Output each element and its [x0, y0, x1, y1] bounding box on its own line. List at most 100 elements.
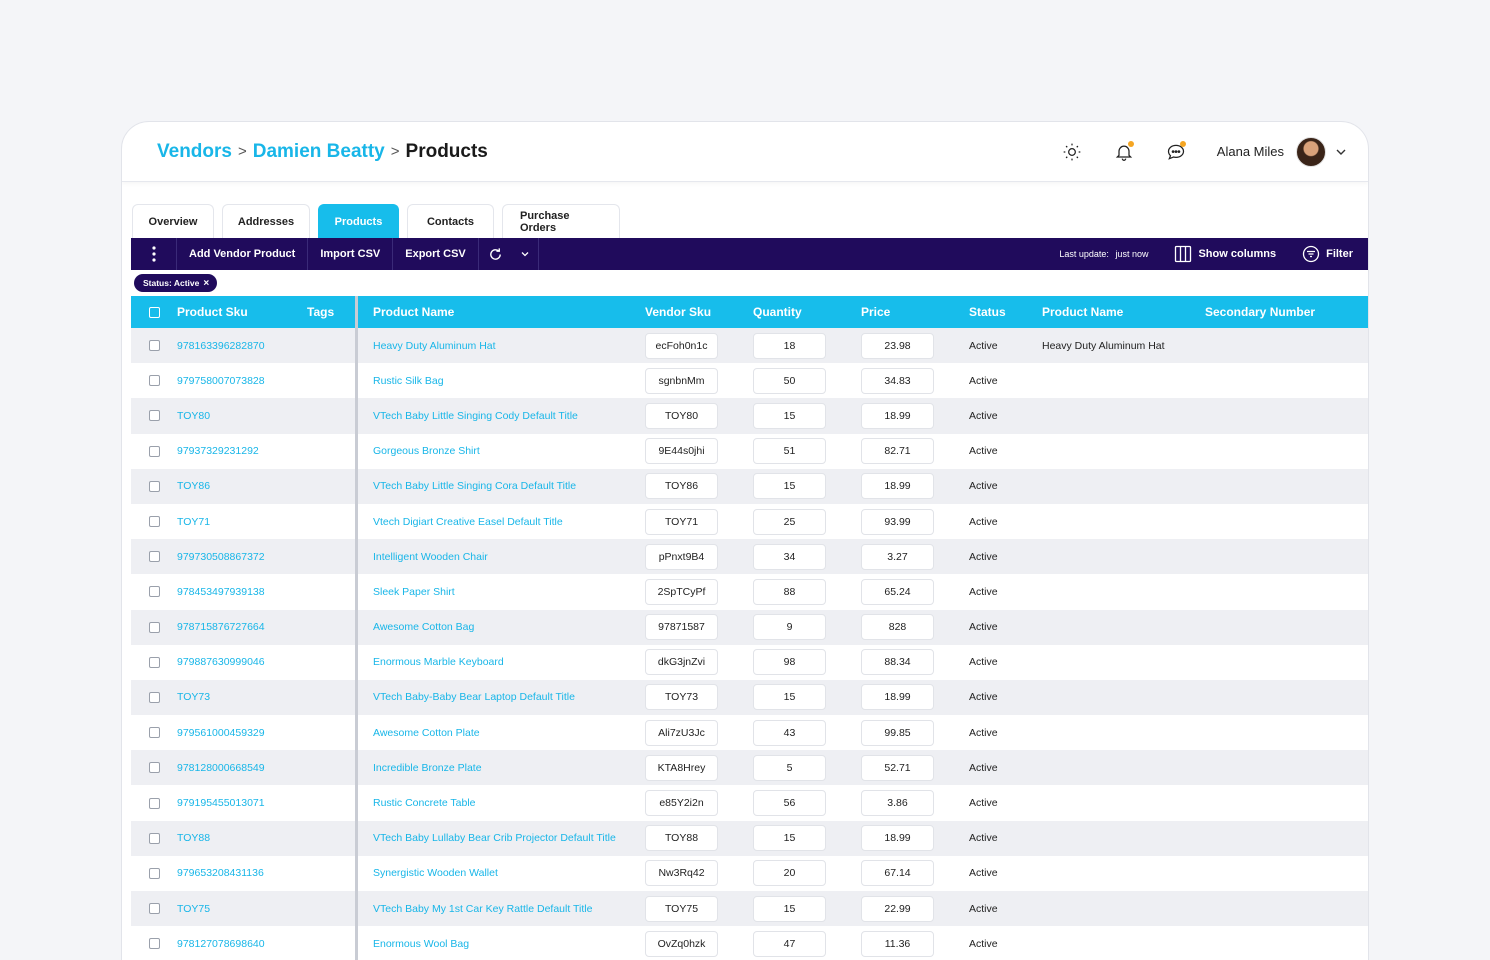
price-field[interactable]: 65.24: [861, 578, 934, 605]
price-field[interactable]: 22.99: [861, 895, 934, 922]
user-name[interactable]: Alana Miles: [1217, 144, 1284, 159]
chevron-down-icon[interactable]: [1334, 145, 1348, 159]
table-row[interactable]: 978715876727664 Awesome Cotton Bag 9787158…: [131, 609, 1368, 645]
product-sku-link[interactable]: 979887630999046: [177, 656, 307, 668]
row-checkbox[interactable]: [148, 762, 160, 774]
avatar[interactable]: [1296, 136, 1326, 167]
row-checkbox[interactable]: [148, 727, 160, 739]
row-checkbox[interactable]: [148, 867, 160, 879]
row-checkbox[interactable]: [148, 938, 160, 950]
product-name-link[interactable]: Rustic Concrete Table: [373, 797, 645, 809]
product-sku-link[interactable]: 979730508867372: [177, 551, 307, 563]
row-checkbox[interactable]: [148, 656, 160, 668]
column-divider[interactable]: [355, 296, 358, 328]
price-field[interactable]: 67.14: [861, 860, 934, 887]
vendor-sku-field[interactable]: pPnxt9B4: [645, 543, 718, 570]
import-csv-button[interactable]: Import CSV: [308, 238, 394, 270]
quantity-field[interactable]: 20: [753, 860, 826, 887]
vendor-sku-field[interactable]: KTA8Hrey: [645, 754, 718, 781]
tab-addresses[interactable]: Addresses: [222, 204, 310, 238]
row-checkbox[interactable]: [148, 375, 160, 387]
quantity-field[interactable]: 15: [753, 402, 826, 429]
vendor-sku-field[interactable]: Ali7zU3Jc: [645, 719, 718, 746]
quantity-field[interactable]: 15: [753, 684, 826, 711]
tab-purchase-orders[interactable]: Purchase Orders: [502, 204, 620, 238]
product-name-link[interactable]: Sleek Paper Shirt: [373, 586, 645, 598]
table-row[interactable]: 979653208431136 Synergistic Wooden Wallet…: [131, 855, 1368, 891]
product-sku-link[interactable]: 97937329231292: [177, 445, 307, 457]
product-name-link[interactable]: VTech Baby My 1st Car Key Rattle Default…: [373, 903, 645, 915]
sun-icon[interactable]: [1061, 141, 1083, 163]
vendor-sku-field[interactable]: TOY88: [645, 825, 718, 852]
row-checkbox[interactable]: [148, 516, 160, 528]
vendor-sku-field[interactable]: 9E44s0jhi: [645, 438, 718, 465]
price-field[interactable]: 23.98: [861, 332, 934, 359]
table-row[interactable]: TOY75 VTech Baby My 1st Car Key Rattle De…: [131, 891, 1368, 927]
product-name-link[interactable]: VTech Baby-Baby Bear Laptop Default Titl…: [373, 691, 645, 703]
price-field[interactable]: 18.99: [861, 825, 934, 852]
vendor-sku-field[interactable]: Nw3Rq42: [645, 860, 718, 887]
quantity-field[interactable]: 15: [753, 825, 826, 852]
product-sku-link[interactable]: 979561000459329: [177, 727, 307, 739]
product-sku-link[interactable]: 978127078698640: [177, 938, 307, 950]
product-name-link[interactable]: Enormous Marble Keyboard: [373, 656, 645, 668]
vendor-sku-field[interactable]: sgnbnMm: [645, 367, 718, 394]
product-name-link[interactable]: Vtech Digiart Creative Easel Default Tit…: [373, 516, 645, 528]
table-row[interactable]: TOY73 VTech Baby-Baby Bear Laptop Default…: [131, 679, 1368, 716]
quantity-field[interactable]: 34: [753, 543, 826, 570]
product-name-link[interactable]: Awesome Cotton Bag: [373, 621, 645, 633]
vendor-sku-field[interactable]: TOY73: [645, 684, 718, 711]
table-row[interactable]: 978163396282870 Heavy Duty Aluminum Hat ec…: [131, 328, 1368, 364]
filter-chip-status[interactable]: Status: Active ×: [134, 274, 218, 292]
quantity-field[interactable]: 88: [753, 578, 826, 605]
quantity-field[interactable]: 43: [753, 719, 826, 746]
vendor-sku-field[interactable]: TOY80: [645, 402, 718, 429]
quantity-field[interactable]: 98: [753, 649, 826, 676]
vendor-sku-field[interactable]: TOY71: [645, 508, 718, 535]
product-sku-link[interactable]: 978128000668549: [177, 762, 307, 774]
table-row[interactable]: TOY80 VTech Baby Little Singing Cody Defa…: [131, 398, 1368, 434]
product-name-link[interactable]: Awesome Cotton Plate: [373, 727, 645, 739]
quantity-field[interactable]: 51: [753, 438, 826, 465]
table-row[interactable]: 978128000668549 Incredible Bronze Plate KT…: [131, 750, 1368, 786]
price-field[interactable]: 18.99: [861, 473, 934, 500]
product-name-link[interactable]: Enormous Wool Bag: [373, 938, 645, 950]
kebab-icon[interactable]: [131, 238, 177, 270]
col-status[interactable]: Status: [969, 305, 1042, 319]
product-name-link[interactable]: VTech Baby Lullaby Bear Crib Projector D…: [373, 832, 645, 844]
col-product-name-2[interactable]: Product Name: [1042, 305, 1205, 319]
show-columns-button[interactable]: Show columns: [1164, 238, 1292, 270]
refresh-icon[interactable]: [479, 238, 513, 270]
col-product-sku[interactable]: Product Sku: [177, 305, 307, 319]
product-sku-link[interactable]: 978715876727664: [177, 621, 307, 633]
vendor-sku-field[interactable]: dkG3jnZvi: [645, 649, 718, 676]
vendor-sku-field[interactable]: TOY86: [645, 473, 718, 500]
table-row[interactable]: 979730508867372 Intelligent Wooden Chair p…: [131, 539, 1368, 575]
product-sku-link[interactable]: TOY73: [177, 691, 307, 703]
col-price[interactable]: Price: [861, 305, 969, 319]
product-name-link[interactable]: Rustic Silk Bag: [373, 375, 645, 387]
quantity-field[interactable]: 9: [753, 614, 826, 641]
add-vendor-product-button[interactable]: Add Vendor Product: [177, 238, 309, 270]
product-sku-link[interactable]: TOY80: [177, 410, 307, 422]
table-row[interactable]: 979758007073828 Rustic Silk Bag sgnbnMm 50 3…: [131, 363, 1368, 399]
row-checkbox[interactable]: [148, 797, 160, 809]
price-field[interactable]: 93.99: [861, 508, 934, 535]
product-sku-link[interactable]: 978453497939138: [177, 586, 307, 598]
product-name-link[interactable]: Synergistic Wooden Wallet: [373, 867, 645, 879]
table-row[interactable]: 979561000459329 Awesome Cotton Plate Ali7z…: [131, 715, 1368, 751]
price-field[interactable]: 52.71: [861, 754, 934, 781]
vendor-sku-field[interactable]: 2SpTCyPf: [645, 578, 718, 605]
row-checkbox[interactable]: [148, 340, 160, 352]
chevron-down-icon[interactable]: [513, 238, 539, 270]
product-sku-link[interactable]: TOY88: [177, 832, 307, 844]
col-quantity[interactable]: Quantity: [753, 305, 861, 319]
product-sku-link[interactable]: 979195455013071: [177, 797, 307, 809]
product-name-link[interactable]: Heavy Duty Aluminum Hat: [373, 340, 645, 352]
price-field[interactable]: 18.99: [861, 684, 934, 711]
product-sku-link[interactable]: 979653208431136: [177, 867, 307, 879]
col-secondary-number[interactable]: Secondary Number: [1205, 305, 1365, 319]
row-checkbox[interactable]: [148, 551, 160, 563]
table-row[interactable]: 979887630999046 Enormous Marble Keyboard d…: [131, 644, 1368, 680]
price-field[interactable]: 3.86: [861, 790, 934, 817]
